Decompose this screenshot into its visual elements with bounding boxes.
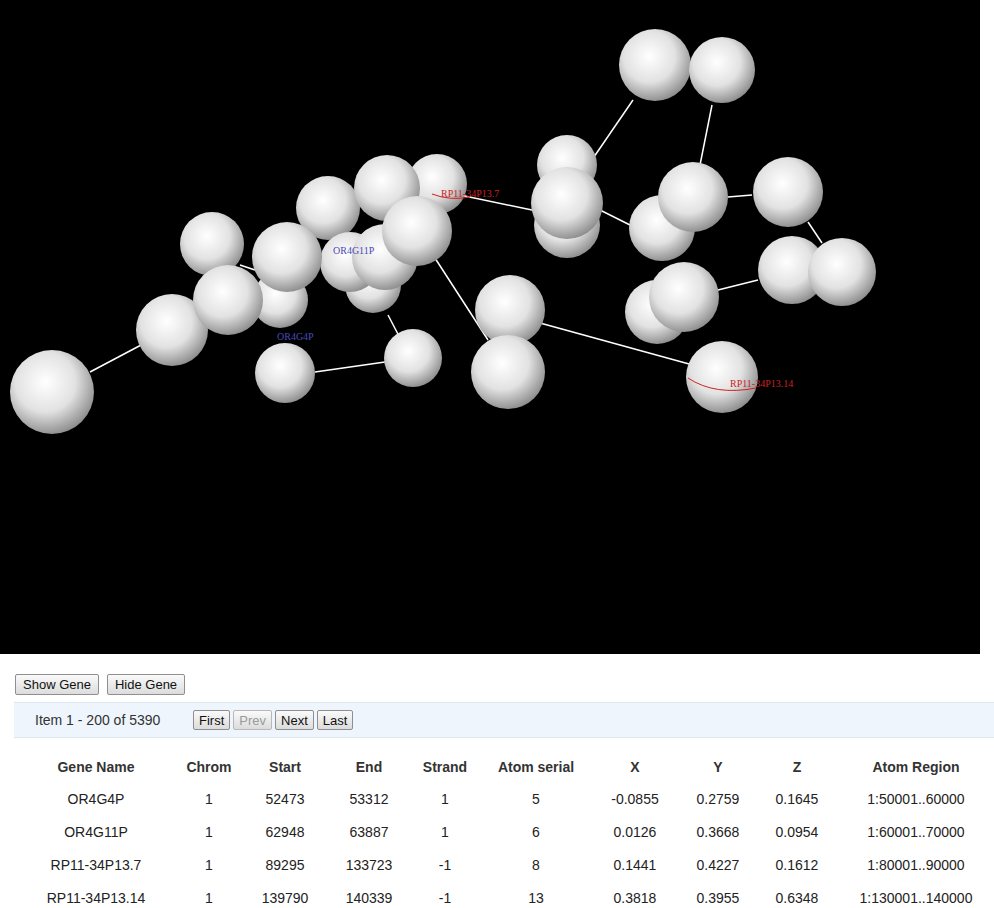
table-cell: 63887	[330, 815, 408, 848]
column-header[interactable]: Atom serial	[482, 752, 590, 782]
bond-line	[600, 210, 630, 225]
table-cell: RP11-34P13.7	[14, 848, 178, 881]
table-cell: 1	[178, 782, 240, 815]
column-header[interactable]: Strand	[408, 752, 482, 782]
pager: Item 1 - 200 of 5390FirstPrevNextLast	[14, 702, 994, 738]
table-cell: -0.0855	[590, 782, 680, 815]
table-cell: 133723	[330, 848, 408, 881]
table-cell: 6	[482, 815, 590, 848]
gene-label: OR4G4P	[277, 331, 314, 342]
bond-line	[718, 280, 758, 290]
structure-canvas[interactable]: RP11-34P13.7 OR4G11P OR4G4P RP11-34P13.14	[0, 0, 980, 654]
atom-sphere[interactable]	[384, 329, 442, 387]
table-row[interactable]: OR4G4P1524735331215-0.08550.27590.16451:…	[14, 782, 994, 815]
column-header[interactable]: Chrom	[178, 752, 240, 782]
table-cell: 5	[482, 782, 590, 815]
atom-sphere[interactable]	[808, 238, 876, 306]
table-cell: 1	[178, 848, 240, 881]
bond-line	[728, 195, 752, 197]
gene-label: RP11-34P13.7	[441, 188, 499, 199]
table-cell: 53312	[330, 782, 408, 815]
atom-sphere[interactable]	[475, 275, 545, 345]
bond-line	[808, 222, 822, 243]
atom-sphere[interactable]	[471, 335, 545, 409]
table-cell: RP11-34P13.14	[14, 881, 178, 908]
column-header[interactable]: Gene Name	[14, 752, 178, 782]
atom-sphere[interactable]	[649, 262, 719, 332]
pager-button[interactable]: Last	[317, 710, 354, 730]
gene-button[interactable]: Hide Gene	[107, 674, 185, 695]
table-cell: 89295	[240, 848, 330, 881]
table-cell: OR4G11P	[14, 815, 178, 848]
table-cell: 139790	[240, 881, 330, 908]
bond-line	[315, 362, 385, 372]
table-cell: 1	[178, 881, 240, 908]
atom-sphere[interactable]	[658, 162, 728, 232]
table-cell: 1:50001..60000	[838, 782, 994, 815]
pager-summary: Item 1 - 200 of 5390	[35, 712, 193, 728]
table-cell: 13	[482, 881, 590, 908]
table-cell: 0.2759	[680, 782, 756, 815]
atom-sphere[interactable]	[10, 350, 94, 434]
table-cell: 62948	[240, 815, 330, 848]
table-cell: 0.4227	[680, 848, 756, 881]
table-cell: 0.6348	[756, 881, 838, 908]
pager-button[interactable]: Prev	[233, 710, 272, 730]
gene-table: Gene NameChromStartEndStrandAtom serialX…	[14, 752, 994, 908]
gene-label: OR4G11P	[333, 245, 375, 256]
atom-sphere[interactable]	[193, 265, 263, 335]
page: RP11-34P13.7OR4G11POR4G4PRP11-34P13.14Sh…	[0, 0, 994, 908]
table-row[interactable]: RP11-34P13.141139790140339-1130.38180.39…	[14, 881, 994, 908]
column-header[interactable]: X	[590, 752, 680, 782]
atom-sphere[interactable]	[255, 343, 315, 403]
table-cell: 0.1645	[756, 782, 838, 815]
table-cell: 1:60001..70000	[838, 815, 994, 848]
atom-sphere[interactable]	[686, 341, 758, 413]
table-cell: 0.1441	[590, 848, 680, 881]
table-cell: 1:130001..140000	[838, 881, 994, 908]
pager-buttons: FirstPrevNextLast	[193, 710, 353, 730]
pager-button[interactable]: First	[193, 710, 230, 730]
atom-sphere[interactable]	[382, 196, 452, 266]
atom-sphere[interactable]	[531, 167, 603, 239]
table-cell: 52473	[240, 782, 330, 815]
atom-sphere[interactable]	[252, 222, 322, 292]
table-cell: OR4G4P	[14, 782, 178, 815]
table-row[interactable]: OR4G11P16294863887160.01260.36680.09541:…	[14, 815, 994, 848]
table-cell: 8	[482, 848, 590, 881]
table-cell: 0.0954	[756, 815, 838, 848]
table-cell: 1	[178, 815, 240, 848]
column-header[interactable]: Start	[240, 752, 330, 782]
column-header[interactable]: End	[330, 752, 408, 782]
table-cell: 0.3955	[680, 881, 756, 908]
table-cell: 140339	[330, 881, 408, 908]
column-header[interactable]: Atom Region	[838, 752, 994, 782]
table-cell: 0.0126	[590, 815, 680, 848]
pager-button[interactable]: Next	[275, 710, 314, 730]
table-row[interactable]: RP11-34P13.7189295133723-180.14410.42270…	[14, 848, 994, 881]
column-header[interactable]: Z	[756, 752, 838, 782]
gene-toolbar: Show Gene Hide Gene	[0, 654, 994, 695]
column-header[interactable]: Y	[680, 752, 756, 782]
structure-viewer[interactable]: RP11-34P13.7 OR4G11P OR4G4P RP11-34P13.14	[0, 0, 980, 654]
atom-sphere[interactable]	[689, 37, 755, 103]
table-cell: -1	[408, 848, 482, 881]
table-cell: 0.1612	[756, 848, 838, 881]
table-cell: -1	[408, 881, 482, 908]
table-cell: 0.3818	[590, 881, 680, 908]
gene-label: RP11-34P13.14	[730, 378, 793, 389]
bond-line	[700, 105, 712, 165]
table-cell: 1	[408, 815, 482, 848]
atom-sphere[interactable]	[619, 29, 691, 101]
table-cell: 1:80001..90000	[838, 848, 994, 881]
atom-sphere[interactable]	[753, 157, 823, 227]
table-header: Gene NameChromStartEndStrandAtom serialX…	[14, 752, 994, 782]
table-cell: 0.3668	[680, 815, 756, 848]
table-cell: 1	[408, 782, 482, 815]
gene-button[interactable]: Show Gene	[15, 674, 99, 695]
